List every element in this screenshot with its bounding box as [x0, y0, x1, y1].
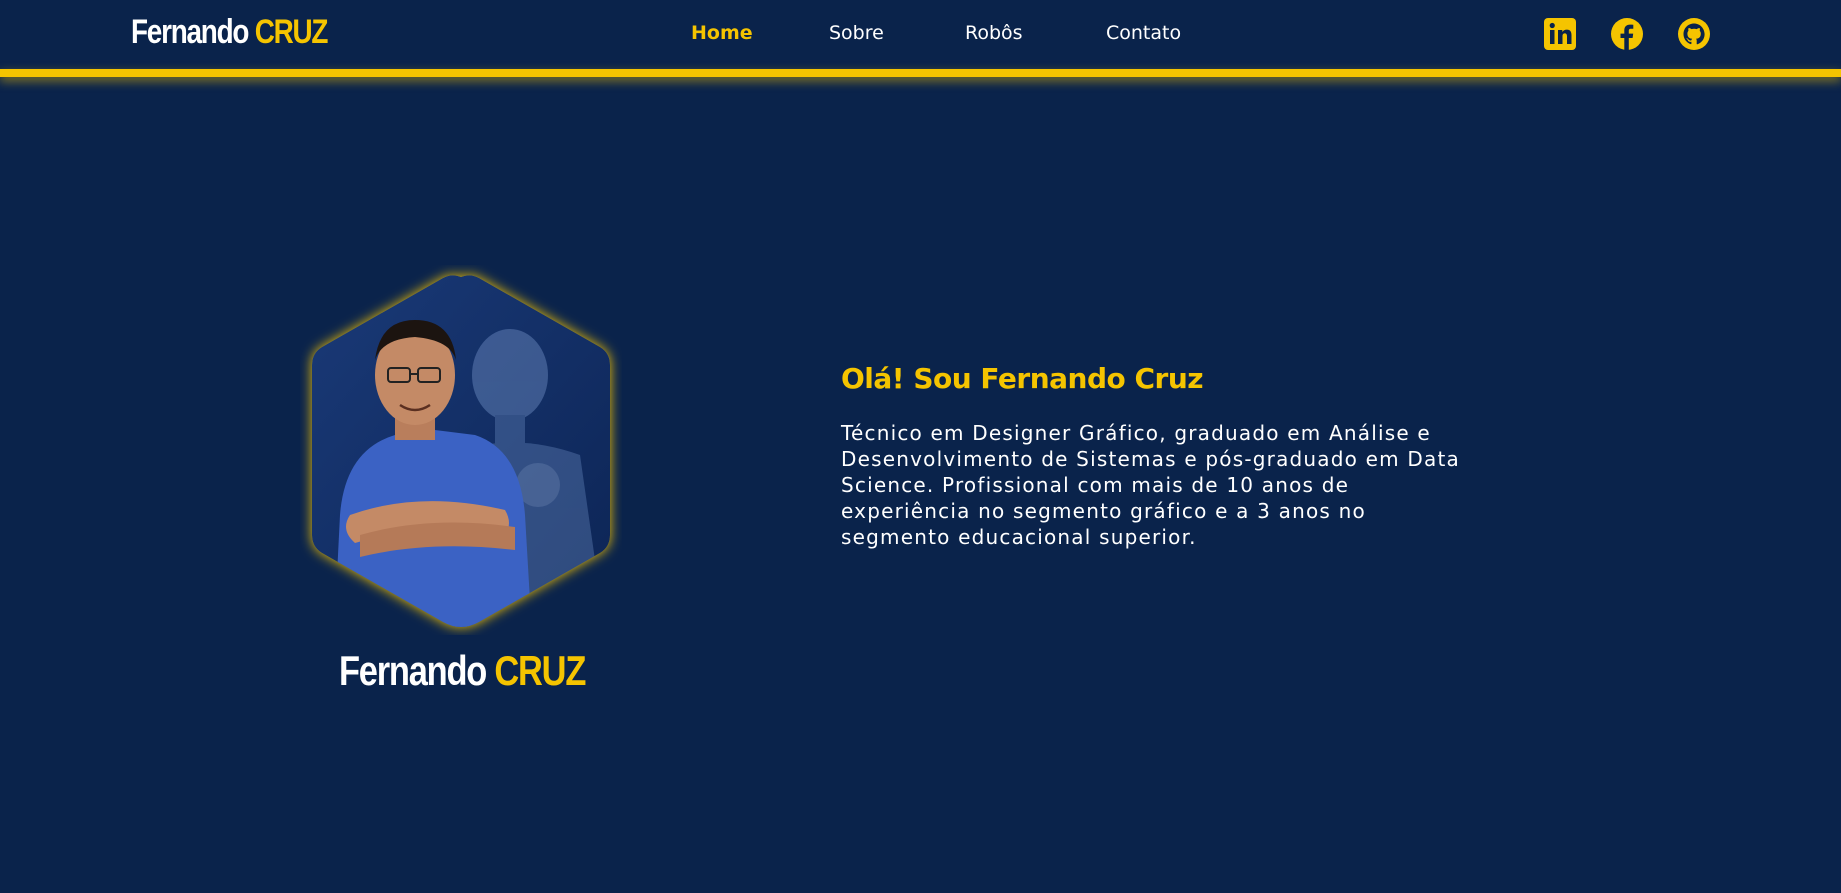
header-accent-bar — [0, 69, 1841, 77]
nav-home-link[interactable]: Home — [691, 22, 753, 44]
profile-name: Fernando CRUZ — [339, 647, 586, 695]
nav-robos-link[interactable]: Robôs — [965, 22, 1023, 44]
profile-first-name: Fernando — [339, 647, 487, 694]
intro-greeting: Olá! Sou Fernando Cruz — [841, 362, 1204, 395]
facebook-icon[interactable] — [1610, 17, 1644, 51]
profile-photo — [300, 265, 622, 635]
nav-contato-link[interactable]: Contato — [1106, 22, 1181, 44]
nav-sobre-link[interactable]: Sobre — [829, 22, 884, 44]
intro-bio: Técnico em Designer Gráfico, graduado em… — [841, 421, 1460, 549]
profile-last-name: CRUZ — [494, 647, 586, 694]
linkedin-icon[interactable] — [1543, 17, 1577, 51]
site-header: Fernando CRUZ Home Sobre Robôs Contato — [0, 0, 1841, 69]
github-icon[interactable] — [1677, 17, 1711, 51]
